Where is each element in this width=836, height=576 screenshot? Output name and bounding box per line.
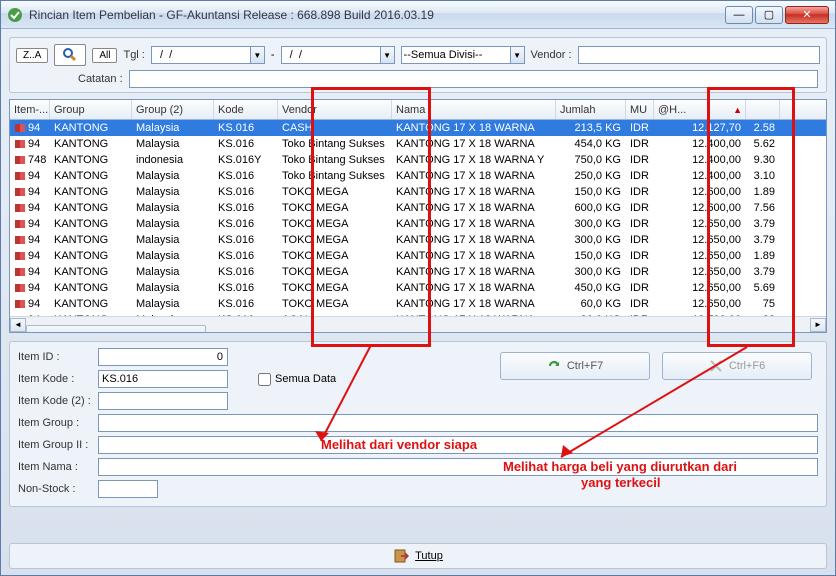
tutup-button[interactable]: Tutup	[415, 550, 443, 562]
book-icon	[14, 203, 26, 213]
table-row[interactable]: 94KANTONGMalaysiaKS.016TOKO MEGAKANTONG …	[10, 232, 826, 248]
footer-bar: Tutup	[9, 543, 827, 569]
minimize-button[interactable]: ―	[725, 6, 753, 24]
exit-icon	[393, 548, 409, 564]
filter-panel: Z..A All Tgl : ▼ - ▼ ▼ Vendor : Catatan …	[9, 37, 827, 93]
item-group2-label: Item Group II :	[18, 439, 98, 451]
table-row[interactable]: 94KANTONGMalaysiaKS.016TOKO MEGAKANTONG …	[10, 296, 826, 312]
book-icon	[14, 219, 26, 229]
book-icon	[14, 171, 26, 181]
vendor-label: Vendor :	[531, 49, 572, 61]
col-harga[interactable]: @H...	[654, 100, 746, 119]
item-group-label: Item Group :	[18, 417, 98, 429]
item-kode-input[interactable]	[98, 370, 228, 388]
table-row[interactable]: 748KANTONGindonesiaKS.016YToko Bintang S…	[10, 152, 826, 168]
grid-header: Item-... Group Group (2) Kode Vendor Nam…	[10, 100, 826, 120]
book-icon	[14, 187, 26, 197]
catatan-input[interactable]	[129, 70, 818, 88]
all-button[interactable]: All	[92, 48, 117, 63]
table-row[interactable]: 94KANTONGMalaysiaKS.016TOKO MEGAKANTONG …	[10, 184, 826, 200]
item-kode2-label: Item Kode (2) :	[18, 395, 98, 407]
table-row[interactable]: 94KANTONGMalaysiaKS.016TOKO MEGAKANTONG …	[10, 248, 826, 264]
ctrl-f6-button[interactable]: Ctrl+F6	[662, 352, 812, 380]
table-row[interactable]: 94KANTONGMalaysiaKS.016TOKO MEGAKANTONG …	[10, 216, 826, 232]
col-mu[interactable]: MU	[626, 100, 654, 119]
table-row[interactable]: 94KANTONGMalaysiaKS.016CASHKANTONG 17 X …	[10, 120, 826, 136]
book-icon	[14, 155, 26, 165]
table-row[interactable]: 94KANTONGMalaysiaKS.016TOKO MEGAKANTONG …	[10, 264, 826, 280]
book-icon	[14, 123, 26, 133]
maximize-button[interactable]: ▢	[755, 6, 783, 24]
form-panel: Ctrl+F7 Ctrl+F6 Item ID : Item Kode : Se…	[9, 341, 827, 507]
ctrl-f7-button[interactable]: Ctrl+F7	[500, 352, 650, 380]
col-jumlah[interactable]: Jumlah	[556, 100, 626, 119]
book-icon	[14, 251, 26, 261]
titlebar[interactable]: Rincian Item Pembelian - GF-Akuntansi Re…	[1, 1, 835, 29]
non-stock-input[interactable]	[98, 480, 158, 498]
item-group-input[interactable]	[98, 414, 818, 432]
window-title: Rincian Item Pembelian - GF-Akuntansi Re…	[29, 8, 723, 22]
col-kode[interactable]: Kode	[214, 100, 278, 119]
refresh-icon	[547, 359, 561, 373]
scroll-left-button[interactable]: ◄	[10, 318, 26, 332]
item-nama-input[interactable]	[98, 458, 818, 476]
app-window: Rincian Item Pembelian - GF-Akuntansi Re…	[0, 0, 836, 576]
table-row[interactable]: 94KANTONGMalaysiaKS.016TOKO MEGAKANTONG …	[10, 280, 826, 296]
magnifier-icon	[62, 47, 78, 63]
close-button[interactable]: ✕	[785, 6, 829, 24]
item-id-input[interactable]	[98, 348, 228, 366]
cancel-icon	[709, 359, 723, 373]
col-nama[interactable]: Nama	[392, 100, 556, 119]
item-kode-label: Item Kode :	[18, 373, 98, 385]
book-icon	[14, 267, 26, 277]
book-icon	[14, 283, 26, 293]
item-id-label: Item ID :	[18, 351, 98, 363]
semua-data-checkbox[interactable]: Semua Data	[258, 373, 336, 386]
vendor-input[interactable]	[578, 46, 820, 64]
table-row[interactable]: 94KANTONGMalaysiaKS.016TOKO MEGAKANTONG …	[10, 200, 826, 216]
sort-za-button[interactable]: Z..A	[16, 48, 48, 63]
book-icon	[14, 139, 26, 149]
col-vendor[interactable]: Vendor	[278, 100, 392, 119]
book-icon	[14, 235, 26, 245]
table-row[interactable]: 94KANTONGMalaysiaKS.016Toko Bintang Suks…	[10, 136, 826, 152]
col-group[interactable]: Group	[50, 100, 132, 119]
col-group2[interactable]: Group (2)	[132, 100, 214, 119]
tgl-label: Tgl :	[123, 49, 144, 61]
app-icon	[7, 7, 23, 23]
item-kode2-input[interactable]	[98, 392, 228, 410]
table-row[interactable]: 94KANTONGMalaysiaKS.016Toko Bintang Suks…	[10, 168, 826, 184]
date-to-dropdown[interactable]: ▼	[381, 46, 395, 64]
scroll-right-button[interactable]: ►	[810, 318, 826, 332]
divisi-combo[interactable]	[401, 46, 511, 64]
item-group2-input[interactable]	[98, 436, 818, 454]
item-nama-label: Item Nama :	[18, 461, 98, 473]
date-to-input[interactable]	[281, 46, 381, 64]
divisi-dropdown[interactable]: ▼	[511, 46, 525, 64]
col-item[interactable]: Item-...	[10, 100, 50, 119]
search-button[interactable]	[54, 44, 86, 66]
data-grid: Item-... Group Group (2) Kode Vendor Nam…	[9, 99, 827, 333]
horizontal-scrollbar[interactable]: ◄ ►	[10, 316, 826, 332]
catatan-label: Catatan :	[78, 73, 123, 85]
book-icon	[14, 299, 26, 309]
non-stock-label: Non-Stock :	[18, 483, 98, 495]
scroll-thumb[interactable]	[26, 325, 206, 334]
date-from-dropdown[interactable]: ▼	[251, 46, 265, 64]
col-extra[interactable]	[746, 100, 780, 119]
date-from-input[interactable]	[151, 46, 251, 64]
